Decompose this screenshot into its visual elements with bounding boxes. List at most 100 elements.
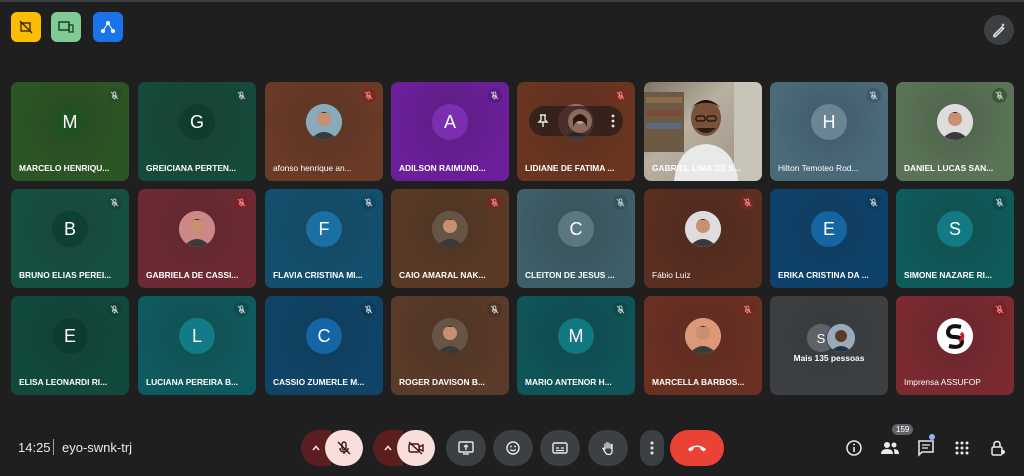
mic-muted-indicator xyxy=(361,302,376,317)
participant-tile[interactable]: GABRIELA DE CASSI... xyxy=(138,189,256,288)
participant-name: CAIO AMARAL NAK... xyxy=(399,270,486,280)
mic-muted-indicator xyxy=(613,195,628,210)
participant-tile[interactable]: F FLAVIA CRISTINA MI... xyxy=(265,189,383,288)
participant-name: afonso henrique an... xyxy=(273,163,352,173)
end-call-button[interactable] xyxy=(670,430,724,466)
reactions-button[interactable] xyxy=(493,430,533,466)
participant-name: ADILSON RAIMUND... xyxy=(399,163,486,173)
mic-muted-indicator xyxy=(613,88,628,103)
clock: 14:25 xyxy=(18,440,51,455)
participant-tile[interactable]: B BRUNO ELIAS PEREI... xyxy=(11,189,129,288)
pin-icon[interactable] xyxy=(537,114,549,128)
end-call-wrap xyxy=(670,430,724,466)
participant-name: ERIKA CRISTINA DA ... xyxy=(778,270,869,280)
camera-toggle-button[interactable] xyxy=(397,430,435,466)
participant-name: Hilton Temoteo Rod... xyxy=(778,163,859,173)
avatar xyxy=(432,318,468,354)
people-button[interactable] xyxy=(879,437,901,459)
more-wrap xyxy=(640,430,664,466)
mic-off-icon xyxy=(490,305,499,314)
chevron-up-icon xyxy=(384,445,392,451)
mic-muted-indicator xyxy=(487,195,502,210)
raise-hand-button[interactable] xyxy=(588,430,628,466)
mic-off-icon xyxy=(995,91,1004,100)
ext-blue-button[interactable] xyxy=(93,12,123,42)
captions-wrap xyxy=(540,430,580,466)
more-participants-tile[interactable]: S Mais 135 pessoas xyxy=(770,296,888,395)
ext-yellow-button[interactable] xyxy=(11,12,41,42)
participant-tile[interactable]: GABRIEL LIMA DE S... xyxy=(644,82,762,181)
mic-off-icon xyxy=(490,198,499,207)
activities-button[interactable] xyxy=(951,437,973,459)
participant-tile[interactable]: MARCELLA BARBOS... xyxy=(644,296,762,395)
reactions-wrap xyxy=(493,430,533,466)
avatar-initial: E xyxy=(811,211,847,247)
mic-muted-indicator xyxy=(992,195,1007,210)
mic-off-icon xyxy=(616,305,625,314)
avatar-initial: C xyxy=(306,318,342,354)
participant-tile[interactable]: Fábio Luiz xyxy=(644,189,762,288)
mic-off-icon xyxy=(237,91,246,100)
mic-off-icon xyxy=(995,198,1004,207)
chat-button[interactable] xyxy=(915,437,937,459)
participant-tile[interactable]: L LUCIANA PEREIRA B... xyxy=(138,296,256,395)
mic-muted-indicator xyxy=(487,302,502,317)
mic-muted-indicator xyxy=(361,195,376,210)
mic-muted-indicator xyxy=(487,88,502,103)
participant-tile[interactable]: LIDIANE DE FATIMA ... xyxy=(517,82,635,181)
participant-tile[interactable]: C CASSIO ZUMERLE M... xyxy=(265,296,383,395)
participant-name: BRUNO ELIAS PEREI... xyxy=(19,270,112,280)
participant-name: Imprensa ASSUFOP xyxy=(904,377,981,387)
mic-off-icon xyxy=(110,198,119,207)
avatar xyxy=(937,104,973,140)
more-vert-icon[interactable] xyxy=(611,114,615,128)
participant-tile[interactable]: ROGER DAVISON B... xyxy=(391,296,509,395)
mic-muted-indicator xyxy=(866,195,881,210)
participant-tile[interactable]: G GREICIANA PERTEN... xyxy=(138,82,256,181)
present-icon xyxy=(458,441,474,455)
participant-tile[interactable]: afonso henrique an... xyxy=(265,82,383,181)
avatar-initial: A xyxy=(432,104,468,140)
participant-tile[interactable]: DANIEL LUCAS SAN... xyxy=(896,82,1014,181)
apps-grid-icon xyxy=(955,441,969,455)
network-icon xyxy=(101,21,115,33)
participant-name: DANIEL LUCAS SAN... xyxy=(904,163,994,173)
avatar-initial: S xyxy=(937,211,973,247)
participant-tile[interactable]: E ERIKA CRISTINA DA ... xyxy=(770,189,888,288)
mic-off-icon xyxy=(995,305,1004,314)
tile-hover-controls xyxy=(529,106,623,136)
avatar-initial: F xyxy=(306,211,342,247)
participant-tile[interactable]: H Hilton Temoteo Rod... xyxy=(770,82,888,181)
participant-tile[interactable]: C CLEITON DE JESUS ... xyxy=(517,189,635,288)
participant-tile[interactable]: A ADILSON RAIMUND... xyxy=(391,82,509,181)
participant-tile[interactable]: M MARCELO HENRIQU... xyxy=(11,82,129,181)
avatar-initial: L xyxy=(179,318,215,354)
mic-muted-indicator xyxy=(234,195,249,210)
mic-muted-indicator xyxy=(107,195,122,210)
participants-count-badge: 159 xyxy=(892,424,914,435)
participant-name: MARCELO HENRIQU... xyxy=(19,163,110,173)
mic-toggle-button[interactable] xyxy=(325,430,363,466)
present-screen-button[interactable] xyxy=(446,430,486,466)
present-button-wrap xyxy=(446,430,486,466)
captions-button[interactable] xyxy=(540,430,580,466)
participant-tile[interactable]: Imprensa ASSUFOP xyxy=(896,296,1014,395)
more-options-button[interactable] xyxy=(640,430,664,466)
mic-off-icon xyxy=(337,441,351,455)
participant-tile[interactable]: M MARIO ANTENOR H... xyxy=(517,296,635,395)
participant-name: ELISA LEONARDI RI... xyxy=(19,377,108,387)
ext-green-button[interactable] xyxy=(51,12,81,42)
top-divider xyxy=(0,0,1024,2)
participant-tile[interactable]: S SIMONE NAZARE RI... xyxy=(896,189,1014,288)
host-controls-button[interactable] xyxy=(987,437,1009,459)
participant-tile[interactable]: E ELISA LEONARDI RI... xyxy=(11,296,129,395)
mic-muted-indicator xyxy=(107,88,122,103)
participant-name: CLEITON DE JESUS ... xyxy=(525,270,615,280)
meeting-info-button[interactable] xyxy=(843,437,865,459)
more-vert-icon xyxy=(650,441,654,455)
participant-tile[interactable]: CAIO AMARAL NAK... xyxy=(391,189,509,288)
avatar-initial: B xyxy=(52,211,88,247)
pen-sparkle-button[interactable] xyxy=(984,15,1014,45)
mic-off-icon xyxy=(237,198,246,207)
no-video-icon xyxy=(19,20,33,34)
